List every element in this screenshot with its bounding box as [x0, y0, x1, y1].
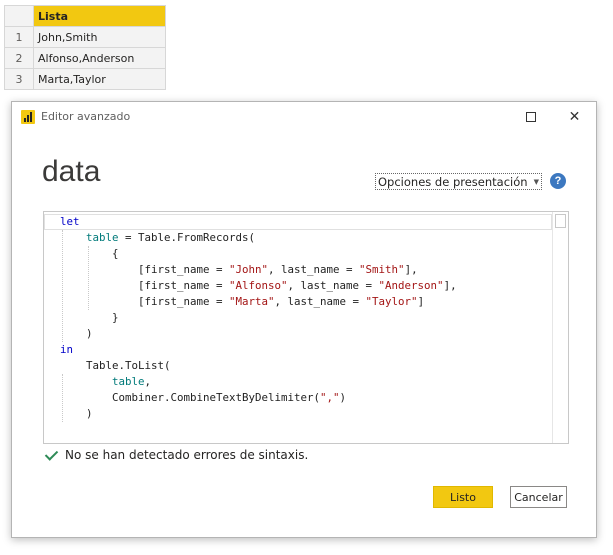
- code-token: table: [86, 231, 119, 244]
- code-line[interactable]: }: [60, 310, 457, 326]
- code-token: ): [60, 327, 93, 340]
- code-line[interactable]: [first_name = "Alfonso", last_name = "An…: [60, 278, 457, 294]
- code-line[interactable]: {: [60, 246, 457, 262]
- row-number[interactable]: 1: [4, 26, 34, 48]
- code-editor[interactable]: let table = Table.FromRecords( { [first_…: [43, 211, 569, 444]
- done-button[interactable]: Listo: [433, 486, 493, 508]
- table-cell[interactable]: John,Smith: [33, 26, 166, 48]
- code-token: "John": [229, 263, 269, 276]
- code-line[interactable]: let: [60, 214, 457, 230]
- code-token: table: [112, 375, 145, 388]
- code-line[interactable]: ): [60, 406, 457, 422]
- preview-table: Lista 1 John,Smith 2 Alfonso,Anderson 3 …: [4, 5, 166, 90]
- code-token: Table.ToList(: [60, 359, 171, 372]
- code-token: ]: [417, 295, 425, 308]
- display-options-label: Opciones de presentación: [378, 174, 528, 189]
- query-name: data: [42, 155, 101, 188]
- table-cell[interactable]: Alfonso,Anderson: [33, 47, 166, 69]
- code-token: [first_name =: [60, 279, 230, 292]
- display-options-dropdown[interactable]: Opciones de presentación ▼: [375, 173, 542, 190]
- code-token: "Alfonso": [229, 279, 288, 292]
- code-token: ): [339, 391, 347, 404]
- vertical-scrollbar[interactable]: [552, 212, 568, 443]
- scrollbar-thumb[interactable]: [555, 214, 566, 228]
- code-line[interactable]: in: [60, 342, 457, 358]
- code-token: ,: [144, 375, 152, 388]
- table-row: 1 John,Smith: [4, 26, 166, 48]
- advanced-editor-dialog: Editor avanzado ✕ data Opciones de prese…: [11, 101, 597, 538]
- row-number[interactable]: 3: [4, 68, 34, 90]
- code-token: "Anderson": [378, 279, 444, 292]
- syntax-status: No se han detectado errores de sintaxis.: [45, 448, 308, 462]
- table-corner[interactable]: [4, 5, 34, 27]
- dialog-title: Editor avanzado: [41, 110, 131, 123]
- minimize-button[interactable]: [463, 102, 508, 132]
- maximize-button[interactable]: [508, 102, 553, 132]
- status-text: No se han detectado errores de sintaxis.: [65, 448, 309, 462]
- code-text[interactable]: let table = Table.FromRecords( { [first_…: [60, 214, 457, 422]
- code-token: [first_name =: [60, 295, 230, 308]
- code-token: = Table.FromRecords(: [118, 231, 256, 244]
- code-token: }: [60, 311, 119, 324]
- column-header-lista[interactable]: Lista: [33, 5, 166, 27]
- code-token: ],: [404, 263, 418, 276]
- code-line[interactable]: Table.ToList(: [60, 358, 457, 374]
- code-token: in: [60, 343, 74, 356]
- code-line[interactable]: ): [60, 326, 457, 342]
- code-line[interactable]: table = Table.FromRecords(: [60, 230, 457, 246]
- table-row: 2 Alfonso,Anderson: [4, 47, 166, 69]
- code-token: Combiner.CombineTextByDelimiter(: [60, 391, 321, 404]
- code-token: ): [60, 407, 93, 420]
- code-token: "Taylor": [365, 295, 418, 308]
- code-token: {: [60, 247, 119, 260]
- code-line[interactable]: table,: [60, 374, 457, 390]
- code-token: [first_name =: [60, 263, 230, 276]
- table-cell[interactable]: Marta,Taylor: [33, 68, 166, 90]
- code-token: , last_name =: [268, 263, 360, 276]
- code-token: , last_name =: [274, 295, 366, 308]
- close-icon: ✕: [568, 109, 581, 125]
- power-bi-icon: [21, 110, 35, 124]
- row-number[interactable]: 2: [4, 47, 34, 69]
- code-line[interactable]: [first_name = "Marta", last_name = "Tayl…: [60, 294, 457, 310]
- code-line[interactable]: [first_name = "John", last_name = "Smith…: [60, 262, 457, 278]
- code-line[interactable]: Combiner.CombineTextByDelimiter(","): [60, 390, 457, 406]
- maximize-icon: [525, 112, 536, 122]
- code-token: "Marta": [229, 295, 275, 308]
- cancel-button[interactable]: Cancelar: [510, 486, 567, 508]
- code-token: , last_name =: [287, 279, 379, 292]
- chevron-down-icon: ▼: [533, 177, 539, 186]
- code-token: let: [60, 215, 80, 228]
- help-icon[interactable]: ?: [550, 173, 566, 189]
- code-token: ",": [320, 391, 340, 404]
- code-token: "Smith": [359, 263, 405, 276]
- code-token: ],: [443, 279, 457, 292]
- check-icon: [45, 448, 59, 462]
- title-bar[interactable]: Editor avanzado ✕: [12, 102, 596, 132]
- table-row: 3 Marta,Taylor: [4, 68, 166, 90]
- close-button[interactable]: ✕: [552, 102, 597, 132]
